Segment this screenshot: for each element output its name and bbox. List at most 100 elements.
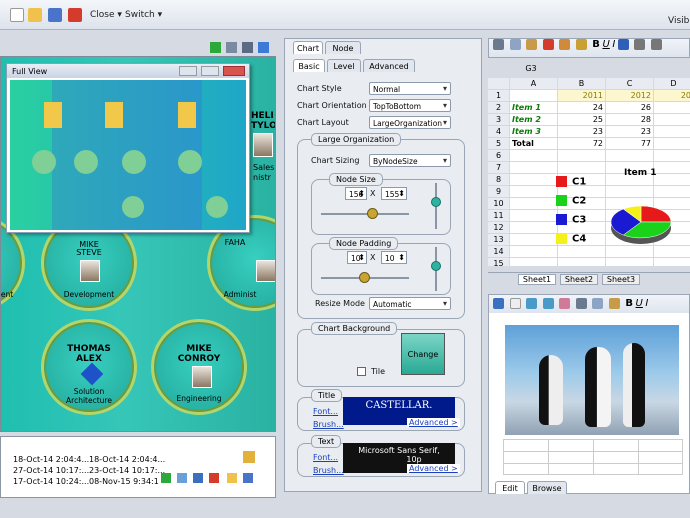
underline-icon[interactable]: U [636, 298, 643, 309]
title-brush-link[interactable]: Brush... [313, 420, 344, 429]
sheet-tab[interactable]: Sheet1 [518, 274, 556, 285]
text-advanced-link[interactable]: Advanced > [407, 464, 460, 473]
table-cell[interactable]: Item 3 [510, 126, 558, 138]
table-cell[interactable]: 25 [558, 114, 606, 126]
column-header[interactable]: D [654, 78, 690, 90]
paste-icon[interactable] [608, 298, 620, 309]
save-icon[interactable] [48, 8, 62, 22]
bold-icon[interactable]: B [592, 39, 600, 50]
chart-icon[interactable] [559, 39, 571, 50]
maximize-button[interactable] [201, 66, 219, 76]
tab-browse[interactable]: Browse [527, 481, 567, 494]
table-cell[interactable]: 20 [654, 90, 690, 102]
text-font-link[interactable]: Font... [313, 453, 338, 462]
row-header[interactable]: 10 [488, 198, 510, 210]
table-cell[interactable]: Item 2 [510, 114, 558, 126]
title-advanced-link[interactable]: Advanced > [407, 418, 460, 427]
format-brush-icon[interactable] [575, 39, 587, 50]
table-cell[interactable] [606, 150, 654, 162]
close-red-icon[interactable] [68, 8, 82, 22]
add-node-icon[interactable] [210, 42, 221, 53]
cut-icon[interactable] [493, 39, 504, 50]
tile-checkbox[interactable] [357, 367, 366, 376]
row-header[interactable]: 11 [488, 210, 510, 222]
align-left-icon[interactable] [634, 39, 646, 50]
row-header[interactable]: 1 [488, 90, 510, 102]
row-header[interactable]: 4 [488, 126, 510, 138]
tab-chart[interactable]: Chart [293, 41, 323, 54]
print-icon[interactable] [242, 42, 253, 53]
paste-icon[interactable] [526, 39, 538, 50]
folder-icon[interactable] [227, 473, 237, 483]
copy-icon[interactable] [592, 298, 604, 309]
node-heli-tylo[interactable]: HELI TYLO Sales nistr [249, 107, 275, 197]
column-header[interactable]: B [558, 78, 606, 90]
close-menu[interactable]: Close ▾ [90, 10, 122, 20]
padding-slider[interactable] [359, 272, 370, 283]
table-cell[interactable]: Total [510, 138, 558, 150]
table-cell[interactable] [654, 114, 690, 126]
table-cell[interactable] [606, 186, 654, 198]
table-cell[interactable] [510, 210, 558, 222]
full-view-minimap[interactable] [10, 80, 246, 230]
new-icon[interactable] [509, 298, 521, 309]
column-header[interactable]: A [510, 78, 558, 90]
table-cell[interactable] [654, 102, 690, 114]
full-view-window[interactable]: Full View [6, 63, 250, 233]
sheet-tab[interactable]: Sheet3 [602, 274, 640, 285]
table-cell[interactable] [654, 186, 690, 198]
chart-sizing-select[interactable]: ByNodeSize [369, 154, 451, 167]
row-header[interactable]: 12 [488, 222, 510, 234]
minimize-button[interactable] [179, 66, 197, 76]
table-cell[interactable] [558, 162, 606, 174]
table-cell[interactable]: 24 [558, 102, 606, 114]
table-cell[interactable]: 28 [606, 114, 654, 126]
table-cell[interactable]: 23 [606, 126, 654, 138]
table-cell[interactable] [654, 126, 690, 138]
star-icon[interactable] [617, 39, 629, 50]
row-header[interactable]: 2 [488, 102, 510, 114]
table-cell[interactable] [510, 222, 558, 234]
column-header[interactable]: C [606, 78, 654, 90]
node-height-input[interactable]: 155 [381, 187, 407, 200]
table-cell[interactable]: 26 [606, 102, 654, 114]
open-icon[interactable] [493, 298, 504, 309]
history-list[interactable]: 18-Oct-14 2:04:4... 27-Oct-14 10:17:... … [0, 436, 276, 498]
export-icon[interactable] [243, 473, 253, 483]
row-header[interactable]: 15 [488, 258, 510, 266]
up-icon[interactable] [177, 473, 187, 483]
italic-icon[interactable]: I [612, 39, 615, 50]
node-size-vslider[interactable] [431, 197, 441, 207]
delete-icon[interactable] [209, 473, 219, 483]
tab-level[interactable]: Level [327, 59, 361, 72]
table-cell[interactable] [654, 150, 690, 162]
cell-reference[interactable]: G3 [506, 64, 556, 76]
bold-icon[interactable]: B [625, 298, 633, 309]
down-icon[interactable] [193, 473, 203, 483]
table-cell[interactable] [558, 150, 606, 162]
close-button[interactable] [223, 66, 245, 76]
padding-height-input[interactable]: 10 [381, 251, 407, 264]
export-icon[interactable] [258, 42, 269, 53]
delete-icon[interactable] [542, 39, 554, 50]
column-header[interactable] [488, 78, 510, 90]
tab-basic[interactable]: Basic [293, 59, 325, 72]
table-cell[interactable] [654, 138, 690, 150]
table-cell[interactable]: 2011 [558, 90, 606, 102]
table-cell[interactable]: 77 [606, 138, 654, 150]
table-cell[interactable] [510, 186, 558, 198]
edit-pencil-icon[interactable] [243, 451, 255, 463]
italic-icon[interactable]: I [645, 298, 648, 309]
node-size-slider[interactable] [367, 208, 378, 219]
underline-icon[interactable]: U [602, 39, 609, 50]
row-header[interactable]: 3 [488, 114, 510, 126]
chart-style-select[interactable]: Normal [369, 82, 451, 95]
row-header[interactable]: 13 [488, 234, 510, 246]
table-cell[interactable] [654, 162, 690, 174]
row-header[interactable]: 7 [488, 162, 510, 174]
erase-icon[interactable] [559, 298, 571, 309]
chart-orientation-select[interactable]: TopToBottom [369, 99, 451, 112]
text-brush-link[interactable]: Brush... [313, 466, 344, 475]
tab-node[interactable]: Node [325, 41, 361, 54]
tab-edit[interactable]: Edit [495, 481, 525, 494]
